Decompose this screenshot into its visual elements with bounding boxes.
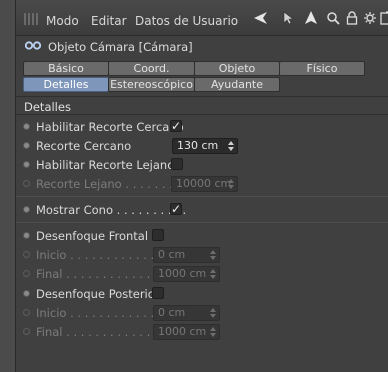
param-show-cone: Mostrar Cono . . . . . . . . . . ✓ xyxy=(16,201,388,219)
cursor-icon[interactable] xyxy=(280,11,294,25)
param-label: Inicio . . . . . . . . . . . . . xyxy=(36,248,162,262)
field-value: 130 cm xyxy=(177,139,219,152)
animation-dot-icon[interactable] xyxy=(23,290,30,297)
param-front-end: Final . . . . . . . . . . . . . . 1000 c… xyxy=(16,265,388,283)
animation-dot-icon[interactable] xyxy=(23,161,30,168)
animation-dot-icon[interactable] xyxy=(23,309,30,316)
param-label: Final . . . . . . . . . . . . . . xyxy=(36,267,165,281)
lock-icon[interactable] xyxy=(345,11,359,25)
animation-dot-icon[interactable] xyxy=(23,142,30,149)
object-title-row: Objeto Cámara [Cámara] xyxy=(16,37,388,57)
animation-dot-icon[interactable] xyxy=(23,123,30,130)
spinner-arrows-icon[interactable] xyxy=(228,179,234,189)
tab-estereoscopico[interactable]: Estereoscópico xyxy=(108,77,195,92)
animation-dot-icon[interactable] xyxy=(23,206,30,213)
param-front-blur: Desenfoque Frontal xyxy=(16,227,388,245)
divider xyxy=(16,196,388,197)
tab-detalles[interactable]: Detalles xyxy=(23,77,109,92)
grip-handle-icon[interactable] xyxy=(24,13,38,25)
param-near-clip-enable: Habilitar Recorte Cercano ✓ xyxy=(16,118,388,136)
spinner-arrows-icon[interactable] xyxy=(228,141,234,151)
navigate-up-icon[interactable] xyxy=(304,11,318,25)
far-clip-checkbox[interactable] xyxy=(171,158,183,170)
divider xyxy=(16,114,388,115)
tab-objeto[interactable]: Objeto xyxy=(194,61,280,76)
menubar: Modo Editar Datos de Usuario xyxy=(16,0,388,36)
show-cone-checkbox[interactable]: ✓ xyxy=(170,203,182,215)
left-gutter xyxy=(0,0,16,372)
param-label: Mostrar Cono . . . . . . . . . . xyxy=(36,203,187,217)
front-end-input[interactable]: 1000 cm xyxy=(153,266,220,282)
field-value: 1000 cm xyxy=(158,325,207,338)
animation-dot-icon[interactable] xyxy=(23,180,30,187)
param-near-clip: Recorte Cercano 130 cm xyxy=(16,137,388,155)
spinner-arrows-icon[interactable] xyxy=(210,269,216,279)
rear-blur-checkbox[interactable] xyxy=(152,287,164,299)
spinner-arrows-icon[interactable] xyxy=(210,327,216,337)
settings-icon[interactable] xyxy=(363,11,377,25)
near-clip-input[interactable]: 130 cm xyxy=(172,138,238,154)
rear-end-input[interactable]: 1000 cm xyxy=(153,324,220,340)
param-label: Desenfoque Posterior xyxy=(36,287,160,301)
param-label: Recorte Cercano xyxy=(36,139,132,153)
section-title: Detalles xyxy=(24,100,71,114)
param-far-clip-enable: Habilitar Recorte Lejano xyxy=(16,156,388,174)
field-value: 0 cm xyxy=(158,306,186,319)
param-label: Final . . . . . . . . . . . . . . xyxy=(36,325,165,339)
tab-basico[interactable]: Básico xyxy=(23,61,109,76)
tab-fisico[interactable]: Físico xyxy=(279,61,365,76)
near-clip-checkbox[interactable]: ✓ xyxy=(170,120,182,132)
param-rear-end: Final . . . . . . . . . . . . . . 1000 c… xyxy=(16,323,388,341)
spinner-arrows-icon[interactable] xyxy=(210,308,216,318)
rear-start-input[interactable]: 0 cm xyxy=(153,305,220,321)
field-value: 10000 cm xyxy=(176,177,232,190)
param-far-clip: Recorte Lejano . . . . . . . . . 10000 c… xyxy=(16,175,388,193)
field-value: 0 cm xyxy=(158,248,186,261)
divider xyxy=(16,96,388,97)
divider xyxy=(16,222,388,223)
attribute-manager: Modo Editar Datos de Usuario Objeto Cáma… xyxy=(16,0,388,372)
camera-icon xyxy=(24,40,42,50)
new-panel-icon[interactable] xyxy=(380,11,388,25)
front-blur-checkbox[interactable] xyxy=(152,229,164,241)
menu-modo[interactable]: Modo xyxy=(46,14,79,28)
far-clip-input[interactable]: 10000 cm xyxy=(171,176,238,192)
animation-dot-icon[interactable] xyxy=(23,270,30,277)
param-rear-start: Inicio . . . . . . . . . . . . . 0 cm xyxy=(16,304,388,322)
search-icon[interactable] xyxy=(326,11,340,25)
param-label: Recorte Lejano . . . . . . . . . xyxy=(36,177,188,191)
menu-datos-usuario[interactable]: Datos de Usuario xyxy=(135,14,238,28)
back-arrow-icon[interactable] xyxy=(254,11,268,25)
param-label: Habilitar Recorte Lejano xyxy=(36,158,175,172)
tab-ayudante[interactable]: Ayudante xyxy=(194,77,280,92)
object-title: Objeto Cámara [Cámara] xyxy=(48,40,193,54)
animation-dot-icon[interactable] xyxy=(23,251,30,258)
field-value: 1000 cm xyxy=(158,267,207,280)
param-label: Inicio . . . . . . . . . . . . . xyxy=(36,306,162,320)
param-label: Habilitar Recorte Cercano xyxy=(36,120,184,134)
param-label: Desenfoque Frontal xyxy=(36,229,149,243)
animation-dot-icon[interactable] xyxy=(23,232,30,239)
param-rear-blur: Desenfoque Posterior xyxy=(16,285,388,303)
front-start-input[interactable]: 0 cm xyxy=(153,247,220,263)
spinner-arrows-icon[interactable] xyxy=(210,250,216,260)
menu-editar[interactable]: Editar xyxy=(91,14,127,28)
animation-dot-icon[interactable] xyxy=(23,328,30,335)
tab-coord[interactable]: Coord. xyxy=(108,61,195,76)
param-front-start: Inicio . . . . . . . . . . . . . 0 cm xyxy=(16,246,388,264)
